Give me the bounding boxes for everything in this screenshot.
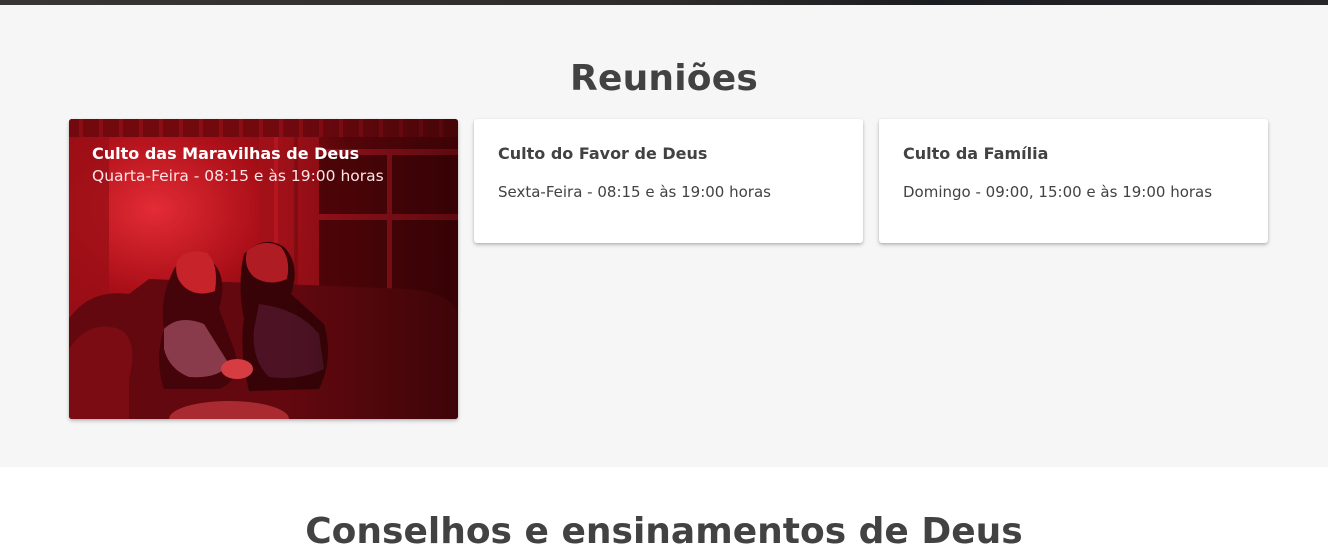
meeting-schedule: Domingo - 09:00, 15:00 e às 19:00 horas [903, 183, 1213, 201]
meeting-schedule: Sexta-Feira - 08:15 e às 19:00 horas [498, 183, 771, 201]
meeting-card[interactable]: Culto da Família Domingo - 09:00, 15:00 … [879, 119, 1268, 243]
meeting-title: Culto do Favor de Deus [498, 144, 708, 163]
meeting-title: Culto das Maravilhas de Deus [92, 144, 360, 163]
meeting-card-featured[interactable]: Culto das Maravilhas de Deus Quarta-Feir… [69, 119, 458, 419]
next-section-title: Conselhos e ensinamentos de Deus [305, 511, 1023, 552]
meeting-card[interactable]: Culto do Favor de Deus Sexta-Feira - 08:… [474, 119, 863, 243]
meetings-section: Reuniões Culto das Maravilhas de Deus Qu… [0, 5, 1328, 467]
meeting-schedule: Quarta-Feira - 08:15 e às 19:00 horas [92, 167, 384, 185]
section-title: Reuniões [570, 58, 758, 99]
featured-card-text: Culto das Maravilhas de Deus Quarta-Feir… [92, 143, 384, 187]
meeting-title: Culto da Família [903, 144, 1049, 163]
